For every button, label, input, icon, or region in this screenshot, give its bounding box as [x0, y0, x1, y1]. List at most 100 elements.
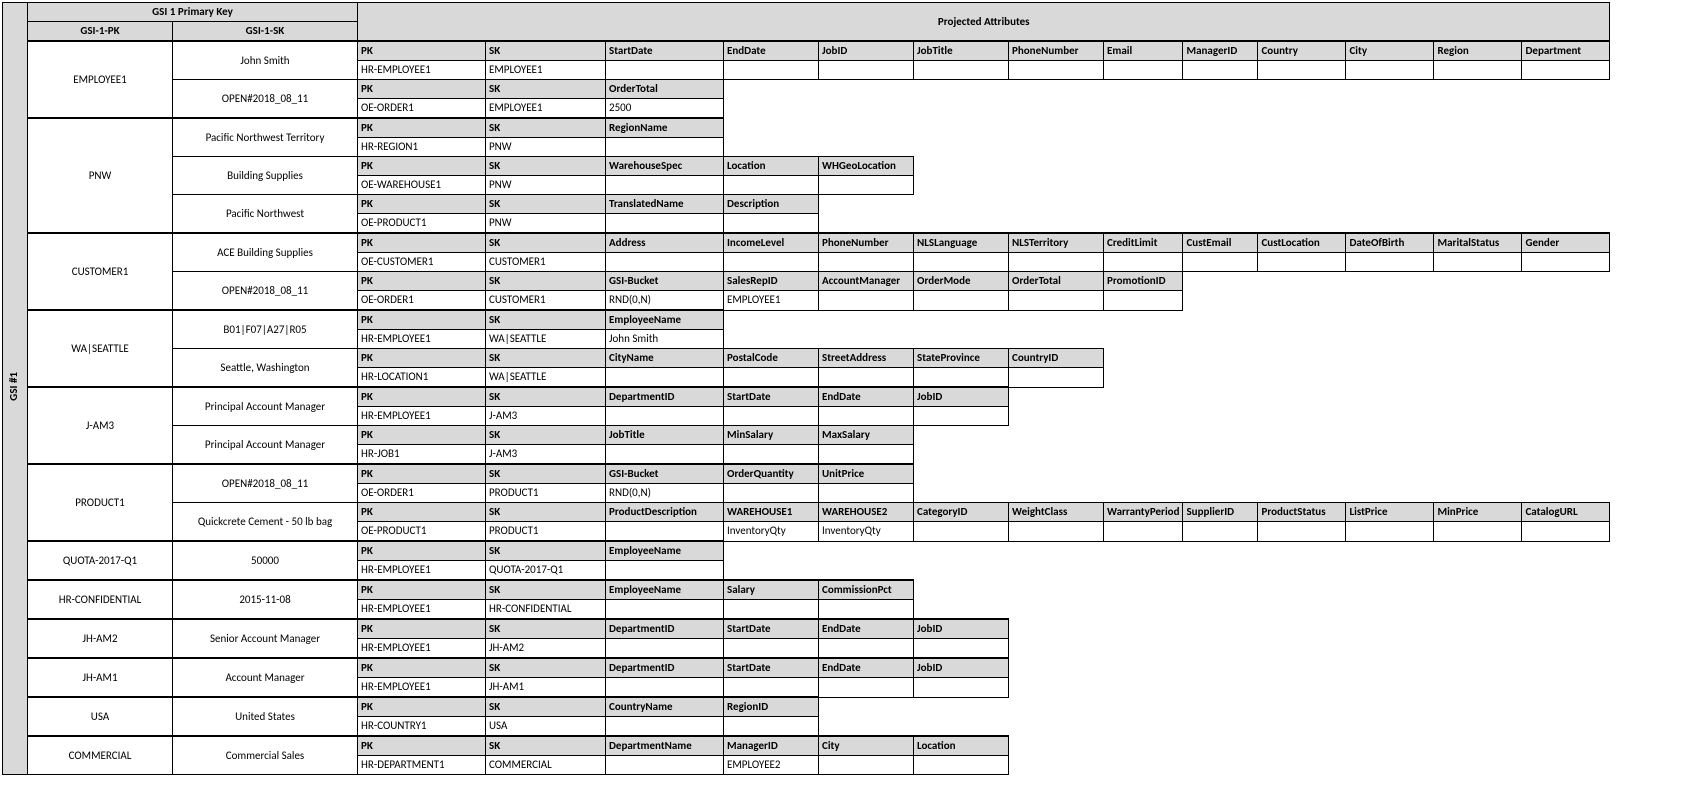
- projected-header: Projected Attributes: [358, 3, 1610, 42]
- blank: [1258, 138, 1346, 157]
- proj-header: StartDate: [724, 658, 819, 678]
- proj-header: UnitPrice: [819, 464, 914, 484]
- proj-value: [606, 61, 724, 80]
- blank: [914, 330, 1009, 349]
- blank: [1183, 99, 1258, 119]
- blank: [1104, 426, 1183, 445]
- blank: [1183, 658, 1258, 678]
- blank: [1183, 426, 1258, 445]
- proj-value: J-AM3: [486, 445, 606, 465]
- proj-header: TranslatedName: [606, 195, 724, 214]
- blank: [1009, 541, 1104, 561]
- proj-value: [1258, 253, 1346, 272]
- proj-header: PK: [358, 580, 486, 600]
- proj-header: SK: [486, 118, 606, 138]
- blank: [1522, 426, 1610, 445]
- proj-header: GSI-Bucket: [606, 464, 724, 484]
- blank: [1183, 80, 1258, 99]
- proj-value: [724, 639, 819, 659]
- proj-value: [914, 368, 1009, 388]
- blank: [1522, 658, 1610, 678]
- blank: [1183, 484, 1258, 503]
- blank: [1258, 157, 1346, 176]
- blank: [1258, 310, 1346, 330]
- blank: [1009, 118, 1104, 138]
- blank: [914, 195, 1009, 214]
- proj-header: PK: [358, 349, 486, 368]
- proj-value: EMPLOYEE1: [724, 291, 819, 311]
- gsi-pk-value: WA|SEATTLE: [28, 310, 173, 387]
- blank: [1434, 195, 1522, 214]
- proj-value: [724, 253, 819, 272]
- proj-header: CatalogURL: [1522, 503, 1610, 522]
- proj-header: AccountManager: [819, 272, 914, 291]
- blank: [1346, 756, 1434, 775]
- blank: [1434, 272, 1522, 291]
- proj-value: [606, 717, 724, 737]
- proj-value: RND(0,N): [606, 291, 724, 311]
- proj-value: J-AM3: [486, 407, 606, 426]
- proj-value: [606, 445, 724, 465]
- blank: [1258, 214, 1346, 234]
- proj-header: JobTitle: [914, 41, 1009, 61]
- proj-header: PK: [358, 464, 486, 484]
- proj-header: PK: [358, 619, 486, 639]
- proj-header: SK: [486, 464, 606, 484]
- blank: [1183, 368, 1258, 388]
- proj-value: [606, 600, 724, 620]
- blank: [1434, 600, 1522, 620]
- blank: [1009, 426, 1104, 445]
- blank: [1346, 99, 1434, 119]
- blank: [1009, 658, 1104, 678]
- proj-value: InventoryQty: [724, 522, 819, 542]
- blank: [1009, 330, 1104, 349]
- blank: [1522, 756, 1610, 775]
- proj-value: [914, 756, 1009, 775]
- blank: [1346, 310, 1434, 330]
- blank: [1009, 639, 1104, 659]
- blank: [1434, 678, 1522, 698]
- proj-header: EndDate: [819, 658, 914, 678]
- proj-header: CategoryID: [914, 503, 1009, 522]
- proj-header: PK: [358, 272, 486, 291]
- proj-header: CreditLimit: [1104, 233, 1183, 253]
- blank: [1522, 484, 1610, 503]
- proj-value: [724, 407, 819, 426]
- blank: [1434, 176, 1522, 195]
- proj-value: [1258, 522, 1346, 542]
- blank: [1346, 619, 1434, 639]
- proj-value: [819, 291, 914, 311]
- blank: [1258, 756, 1346, 775]
- proj-header: ListPrice: [1346, 503, 1434, 522]
- blank: [914, 138, 1009, 157]
- proj-value: [606, 561, 724, 581]
- proj-value: [606, 678, 724, 698]
- blank: [819, 697, 914, 717]
- blank: [1009, 484, 1104, 503]
- blank: [914, 717, 1009, 737]
- proj-value: [1434, 522, 1522, 542]
- blank: [1009, 310, 1104, 330]
- proj-header: IncomeLevel: [724, 233, 819, 253]
- blank: [1258, 639, 1346, 659]
- proj-value: [914, 61, 1009, 80]
- proj-header: DepartmentName: [606, 736, 724, 756]
- blank: [1104, 445, 1183, 465]
- gsi-sk-value: OPEN#2018_08_11: [173, 272, 358, 311]
- blank: [1346, 176, 1434, 195]
- blank: [1183, 407, 1258, 426]
- blank: [1258, 368, 1346, 388]
- proj-value: [724, 678, 819, 698]
- proj-header: Gender: [1522, 233, 1610, 253]
- blank: [1183, 387, 1258, 407]
- blank: [819, 99, 914, 119]
- proj-header: StateProvince: [914, 349, 1009, 368]
- proj-header: CountryName: [606, 697, 724, 717]
- proj-value: [1009, 291, 1104, 311]
- proj-value: [724, 600, 819, 620]
- blank: [1183, 464, 1258, 484]
- proj-value: [1183, 522, 1258, 542]
- rot-label: GSI #1: [3, 3, 28, 775]
- proj-value: HR-COUNTRY1: [358, 717, 486, 737]
- blank: [1346, 600, 1434, 620]
